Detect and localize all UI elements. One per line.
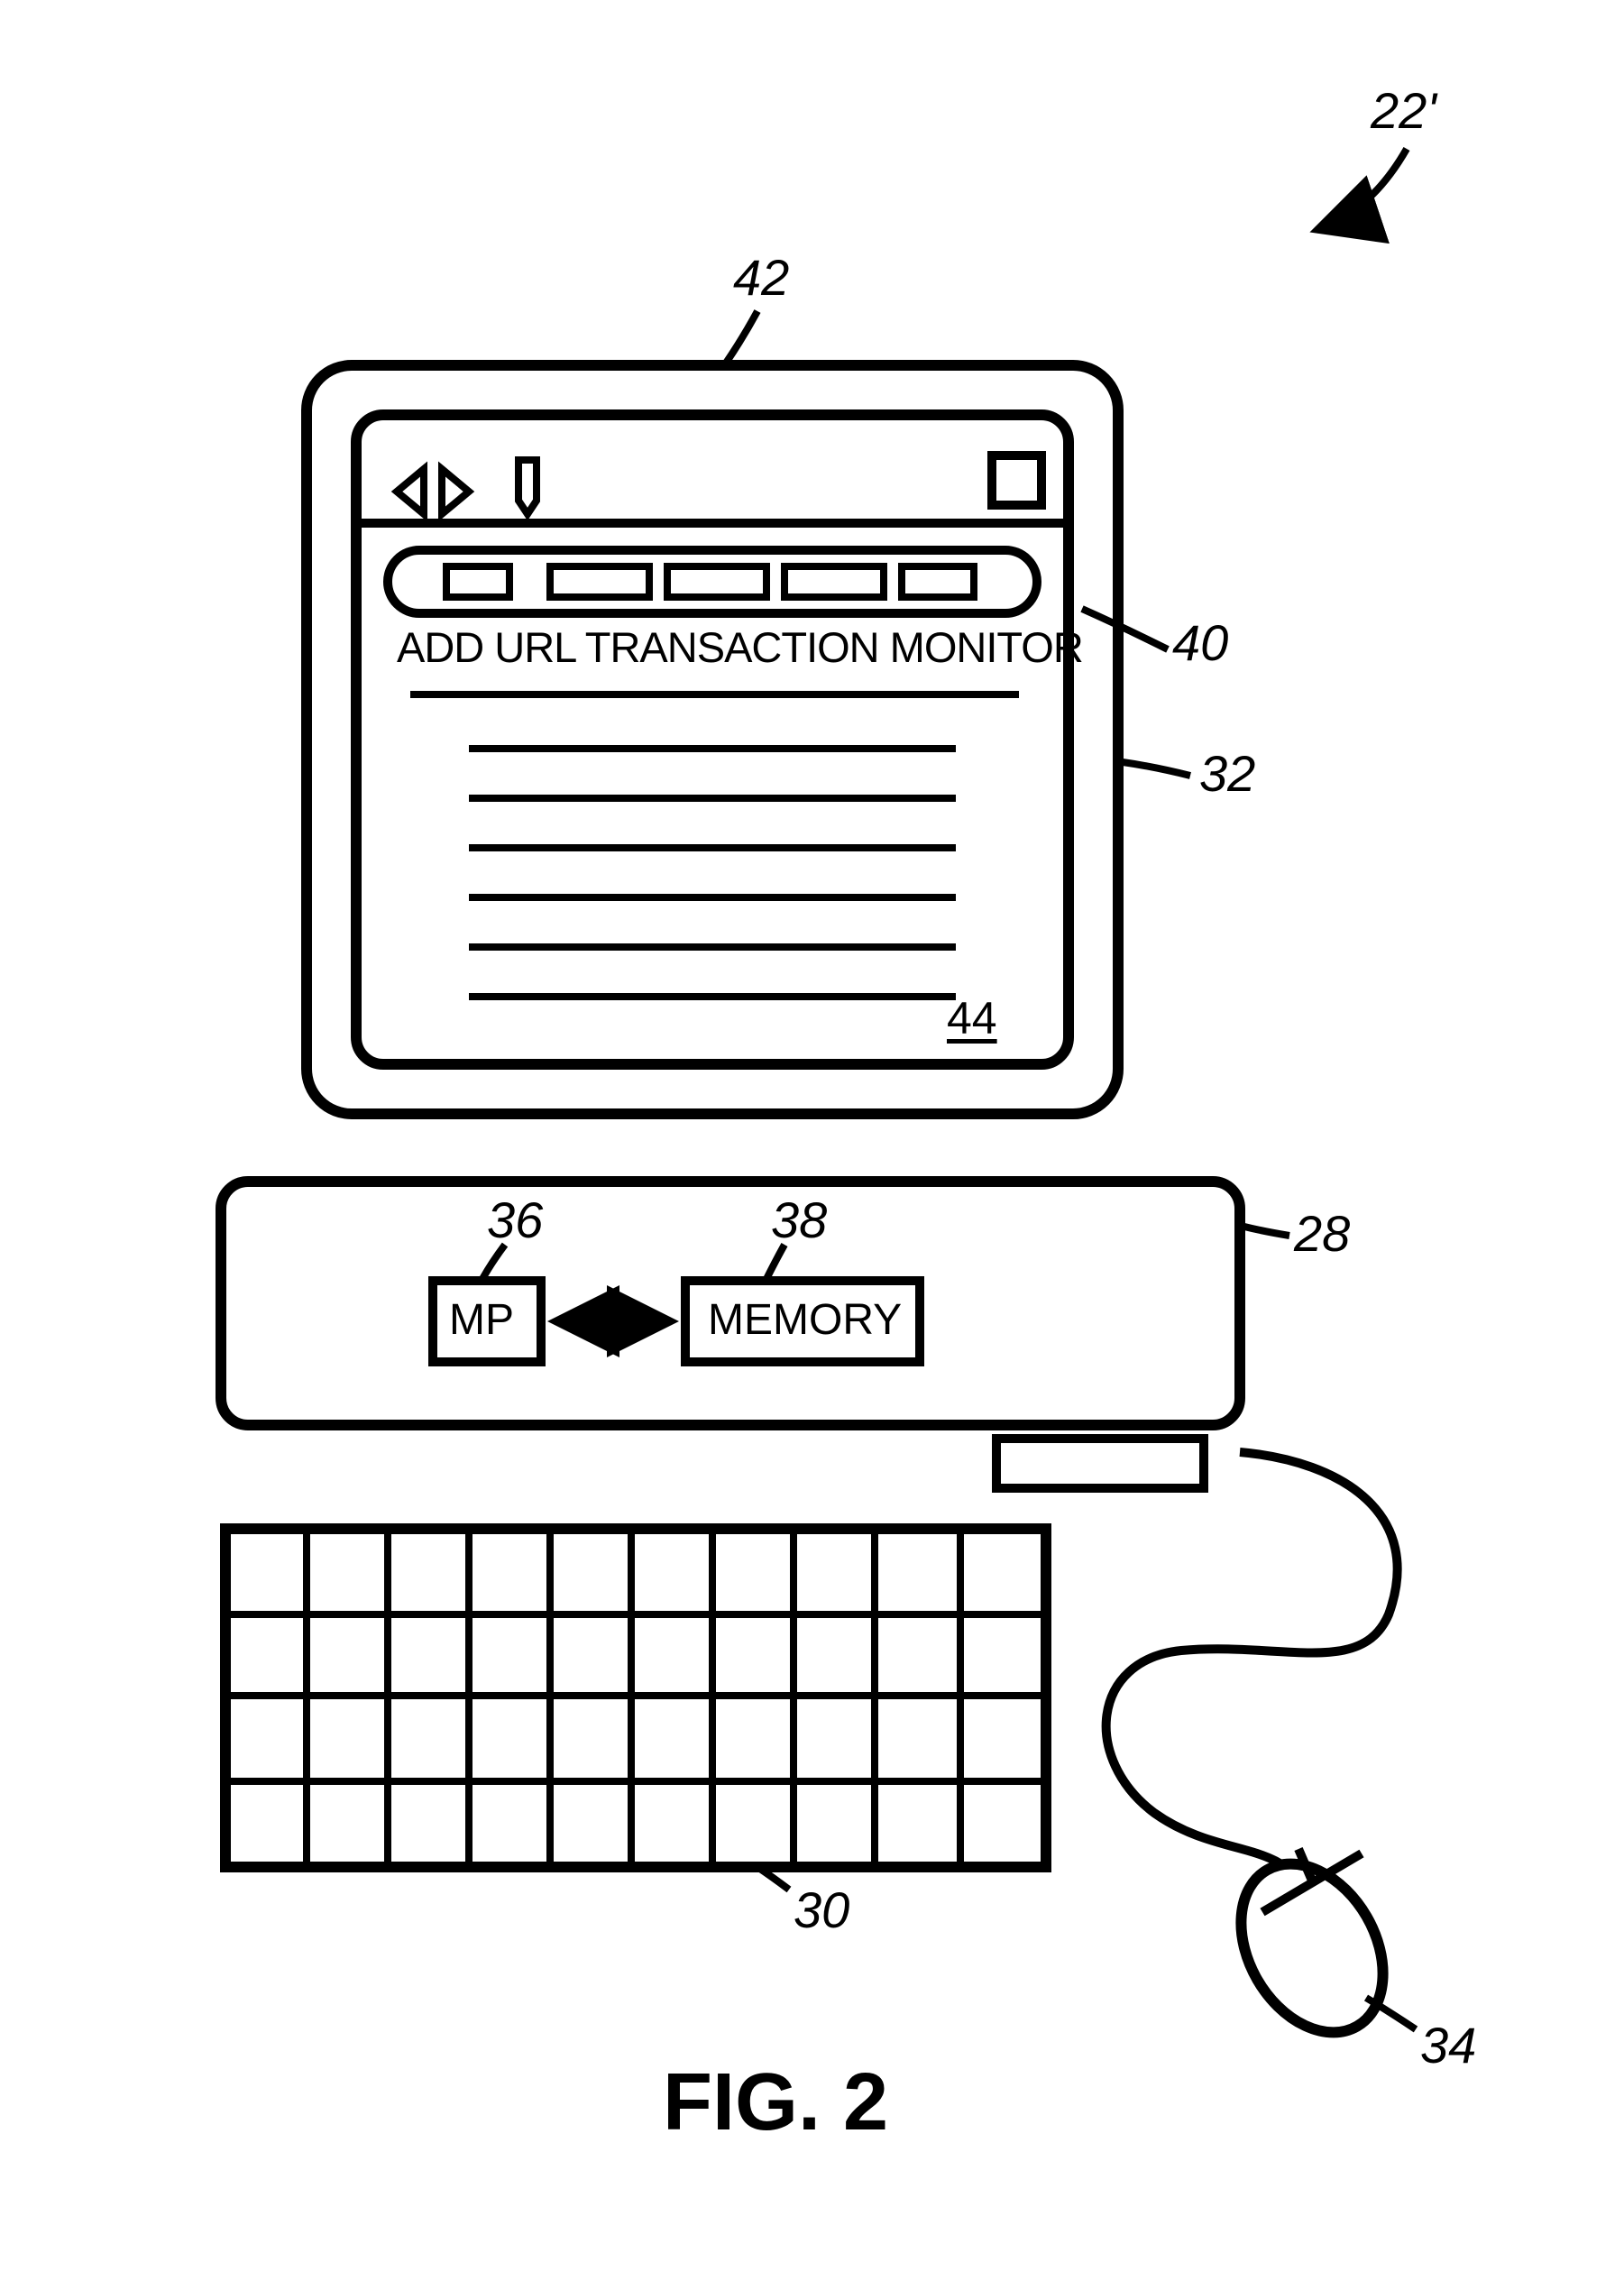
- ref-42: 42: [733, 248, 789, 307]
- ref-40: 40: [1172, 613, 1228, 672]
- ref-28: 28: [1294, 1204, 1350, 1263]
- figure-title: FIG. 2: [663, 2056, 888, 2149]
- figure-svg: [0, 0, 1624, 2290]
- memory-box-text: MEMORY: [708, 1295, 902, 1345]
- ref-30: 30: [794, 1881, 849, 1939]
- ref-34: 34: [1420, 2016, 1476, 2074]
- ref-22p: 22': [1371, 81, 1436, 140]
- mp-box-text: MP: [449, 1295, 514, 1345]
- ref-44: 44: [947, 992, 997, 1044]
- patent-figure-page: 22' 42 40 32 ADD URL TRANSACTION MONITOR…: [0, 0, 1624, 2290]
- window-title-text: ADD URL TRANSACTION MONITOR: [397, 622, 1083, 672]
- ref-36: 36: [487, 1191, 543, 1249]
- ref-32: 32: [1199, 744, 1255, 803]
- ref-38: 38: [771, 1191, 827, 1249]
